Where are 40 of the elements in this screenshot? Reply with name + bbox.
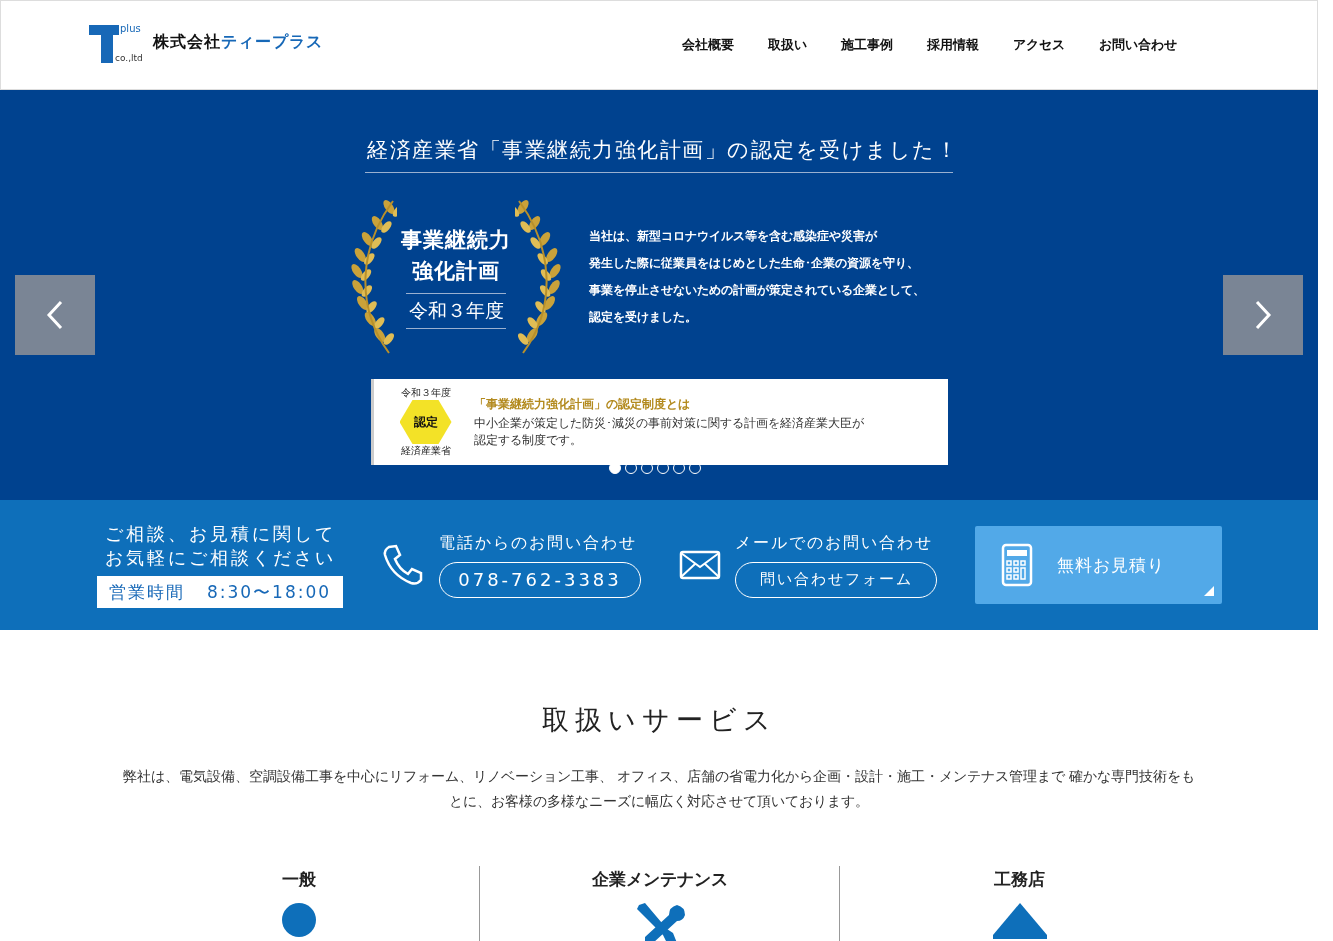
chevron-left-icon (45, 299, 65, 331)
mail-heading: メールでのお問い合わせ (735, 532, 934, 554)
info-heading: 「事業継続力強化計画」の認定制度とは (473, 395, 691, 413)
triangle-icon (992, 903, 1047, 939)
hours-label: 営業時間 (108, 580, 185, 604)
phone-icon (381, 543, 425, 587)
nav-link[interactable]: 取扱い (768, 36, 807, 54)
service-title: 工務店 (994, 868, 1045, 891)
nav-link[interactable]: アクセス (1013, 36, 1065, 54)
nav-link[interactable]: 採用情報 (927, 36, 979, 54)
award-title: 事業継続力 (401, 227, 511, 254)
badge-caption: 経済産業省 (400, 444, 451, 458)
badge-caption: 令和３年度 (400, 386, 451, 400)
award-title: 強化計画 (412, 258, 500, 285)
calculator-icon (1001, 543, 1033, 587)
description-line: 認定を受けました。 (589, 309, 698, 326)
circle-icon (282, 903, 316, 937)
certification-badge: 認定 (399, 400, 452, 444)
contact-lead: お気軽にご相談ください (104, 546, 336, 570)
info-text-line: 中小企業が策定した防災･減災の事前対策に関する計画を経済産業大臣が (473, 414, 864, 432)
corner-triangle-icon (1204, 586, 1214, 596)
description-line: 事業を停止させないための計画が策定されている企業として、 (589, 282, 925, 299)
description-line: 発生した際に従業員をはじめとした生命･企業の資源を守り、 (589, 255, 920, 272)
slide-title: 経済産業省「事業継続力強化計画」の認定を受けました！ (365, 136, 953, 173)
service-title: 企業メンテナンス (591, 868, 728, 891)
award-year: 令和３年度 (406, 293, 506, 329)
info-text-line: 認定する制度です。 (473, 431, 583, 449)
hours-value: 8:30〜18:00 (206, 580, 332, 604)
section-title: 取扱いサービス (541, 703, 777, 737)
chevron-right-icon (1253, 299, 1273, 331)
logo[interactable]: plus co.,ltd 株式会社ティープラス (89, 25, 323, 65)
nav-link[interactable]: 施工事例 (841, 36, 893, 54)
description-line: 当社は、新型コロナウイルス等を含む感染症や災害が (589, 228, 879, 245)
contact-lead: ご相談、お見積に関して (104, 522, 336, 546)
section-description: 弊社は、電気設備、空調設備工事を中心にリフォーム、リノベーション工事、 オフィス、店舗の省電力化から企画・設計・施工・メンテナス管理まで 確かな専門技術をもとに、お客様の多様なニーズに幅広く対応させて頂いております。 (121, 767, 1197, 811)
mail-icon (679, 550, 721, 580)
phone-heading: 電話からのお問い合わせ (439, 532, 638, 554)
service-title: 一般 (282, 868, 316, 891)
nav-link[interactable]: お問い合わせ (1099, 36, 1177, 54)
nav-link[interactable]: 会社概要 (682, 36, 734, 54)
